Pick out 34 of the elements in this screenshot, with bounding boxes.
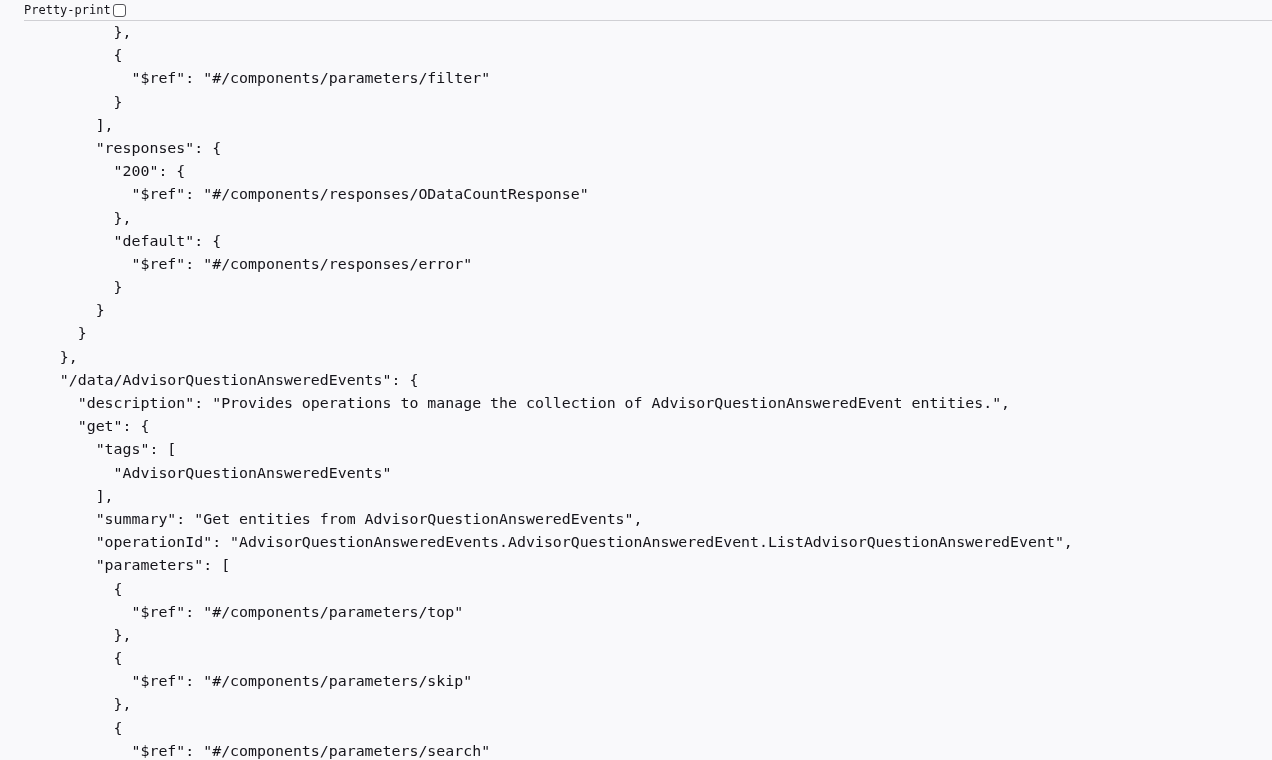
code-line: { [112, 648, 123, 670]
code-line: "$ref": "#/components/parameters/filter" [130, 68, 491, 90]
code-line: "get": { [76, 416, 150, 438]
code-line: "$ref": "#/components/parameters/search" [130, 740, 491, 760]
code-line: "$ref": "#/components/parameters/top" [130, 601, 464, 623]
code-line: }, [112, 207, 132, 229]
code-line: "description": "Provides operations to manage the collection of AdvisorQuestionAnsweredEvent entities.", [76, 393, 1011, 414]
code-line: { [112, 45, 123, 67]
code-line: "200": { [112, 161, 186, 183]
code-line: }, [112, 624, 132, 646]
code-line: "$ref": "#/components/parameters/skip" [130, 671, 473, 693]
code-line: } [112, 91, 123, 113]
code-line: "tags": [ [94, 439, 177, 461]
code-line: "responses": { [94, 137, 222, 159]
code-line: }, [112, 22, 132, 43]
code-line: ], [94, 485, 114, 507]
code-line: } [94, 300, 105, 322]
code-line: "/data/AdvisorQuestionAnsweredEvents": { [58, 369, 419, 391]
pretty-print-label: Pretty-print [24, 3, 111, 17]
pretty-print-checkbox[interactable] [112, 3, 126, 17]
code-line: { [112, 717, 123, 739]
code-line: "AdvisorQuestionAnsweredEvents" [112, 462, 392, 484]
code-line: "default": { [112, 230, 222, 252]
code-line: "$ref": "#/components/responses/error" [130, 253, 473, 275]
code-line: ], [94, 114, 114, 136]
code-line: "$ref": "#/components/responses/ODataCountResponse" [130, 184, 589, 206]
code-line: }, [58, 346, 78, 368]
code-line: } [112, 277, 123, 299]
code-line: "parameters": [ [94, 555, 231, 577]
code-line: "operationId": "AdvisorQuestionAnsweredEvents.AdvisorQuestionAnsweredEvent.ListAdvisorQuestionAnsweredEvent", [94, 532, 1073, 554]
code-line: } [76, 323, 87, 345]
code-line: }, [112, 694, 132, 716]
code-line: "summary": "Get entities from AdvisorQuestionAnsweredEvents", [94, 508, 643, 530]
code-line: { [112, 578, 123, 600]
